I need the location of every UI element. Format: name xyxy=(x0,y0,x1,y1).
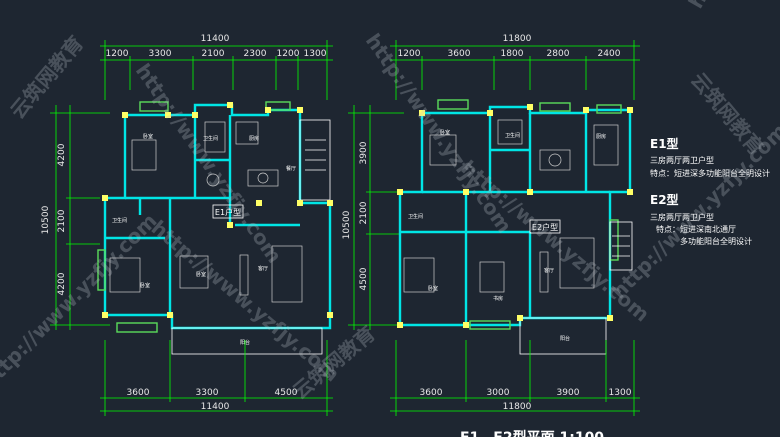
e2-room-label-7: 客厅 xyxy=(544,267,554,274)
e1-room-label-3: 厨房 xyxy=(249,135,259,142)
watermark-brand-2: 云筑网教育 xyxy=(686,68,769,160)
e2-bottom-seg-1: 3600 xyxy=(420,388,443,398)
watermark-brand-1: 云筑网教育 xyxy=(5,31,88,123)
watermark-url-3: http://www.yzfjy.com xyxy=(147,215,344,386)
e1-top-seg-4: 2300 xyxy=(244,49,267,59)
e2-top-seg-3: 1800 xyxy=(501,49,524,59)
e2-room-label-8: 阳台 xyxy=(560,335,570,342)
drawing-title: E1、E2型平面 1:100 xyxy=(460,429,604,437)
e2-top-seg-5: 2400 xyxy=(598,49,621,59)
e1-top-total: 11400 xyxy=(201,34,230,44)
watermark-url-7: http://www.yzfjy.com xyxy=(684,0,780,13)
e2-top-total: 11800 xyxy=(503,34,532,44)
e2-legend-feature-2: 多功能阳台全明设计 xyxy=(680,236,752,246)
watermark-url-6: http://www.yzfjy.com xyxy=(0,209,161,394)
e2-top-seg-4: 2800 xyxy=(547,49,570,59)
e2-left-seg-1: 3900 xyxy=(359,141,369,164)
e2-legend-title: E2型 xyxy=(650,192,679,207)
e1-room-label-4: 餐厅 xyxy=(286,165,296,172)
e1-bottom-total: 11400 xyxy=(201,402,230,412)
e2-room-label-5: 卧室 xyxy=(428,285,438,292)
e1-room-label-1: 卧室 xyxy=(143,133,153,140)
e2-left-dimensions xyxy=(348,105,404,330)
e1-left-seg-1: 4200 xyxy=(57,143,67,166)
e1-legend-desc: 三房两厅两卫户型 xyxy=(650,155,714,165)
e2-bottom-seg-2: 3000 xyxy=(487,388,510,398)
e2-top-seg-2: 3600 xyxy=(448,49,471,59)
e1-top-seg-6: 1300 xyxy=(304,49,327,59)
e1-left-seg-2: 2100 xyxy=(57,209,67,232)
e2-room-label-2: 卫生间 xyxy=(505,132,520,139)
e2-bottom-seg-3: 3900 xyxy=(557,388,580,398)
e2-room-label-3: 厨房 xyxy=(596,133,606,140)
e2-bottom-seg-4: 1300 xyxy=(609,388,632,398)
e2-left-seg-3: 4500 xyxy=(359,267,369,290)
e2-room-label-4: 卫生间 xyxy=(408,213,423,220)
e2-left-total: 10500 xyxy=(342,210,352,239)
e1-top-seg-5: 1200 xyxy=(277,49,300,59)
e1-room-label-5: 卫生间 xyxy=(112,217,127,224)
e1-bottom-seg-1: 3600 xyxy=(127,388,150,398)
e2-bottom-total: 11800 xyxy=(503,402,532,412)
e2-room-label-6: 书房 xyxy=(493,295,503,302)
e1-top-seg-2: 3300 xyxy=(149,49,172,59)
e1-room-label-6: 卧室 xyxy=(140,282,150,289)
e1-top-seg-3: 2100 xyxy=(202,49,225,59)
e2-left-seg-2: 2100 xyxy=(359,201,369,224)
e1-bottom-seg-2: 3300 xyxy=(196,388,219,398)
e1-left-total: 10500 xyxy=(41,205,51,234)
e1-top-seg-1: 1200 xyxy=(106,49,129,59)
e1-plan: 11400 1200 3300 2100 2300 1200 1300 1050… xyxy=(41,34,333,416)
e1-legend-title: E1型 xyxy=(650,136,679,151)
floor-plan-drawing: 11400 1200 3300 2100 2300 1200 1300 1050… xyxy=(0,0,780,437)
